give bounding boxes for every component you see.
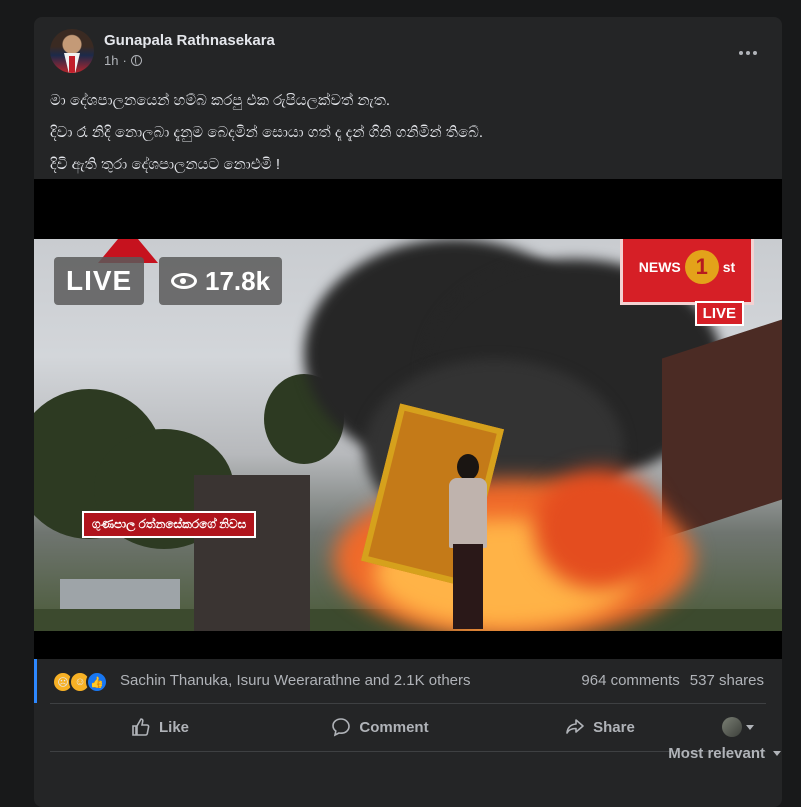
author-avatar[interactable] xyxy=(50,29,94,73)
comment-icon xyxy=(332,718,351,737)
reaction-names[interactable]: Sachin Thanuka, Isuru Weerarathne and 2.… xyxy=(120,672,471,689)
live-badge: LIVE xyxy=(54,257,145,305)
post-header: Gunapala Rathnasekara 1h · xyxy=(50,29,766,77)
user-avatar xyxy=(722,717,742,737)
channel-live-label: LIVE xyxy=(694,301,744,326)
eye-icon xyxy=(171,273,197,289)
post-text: මා දේශපාලනයෙන් හම්බ කරපු එක රුපියලක්වත් … xyxy=(50,85,766,181)
thumbs-up-icon xyxy=(132,718,150,736)
globe-icon xyxy=(130,55,142,66)
share-button[interactable]: Share xyxy=(490,709,710,745)
video-player[interactable]: LIVE 17.8k NEWS 1 st LIVE ගුණපාල රත්නසේක… xyxy=(34,179,782,659)
post-text-line: දිවා රෑ නිදි නොලබා දැනුම බෙදමින් සොයා ගත… xyxy=(50,124,484,141)
sort-label: Most relevant xyxy=(668,745,765,762)
post-time[interactable]: 1h xyxy=(104,53,118,68)
like-label: Like xyxy=(158,718,189,736)
video-caption: ගුණපාල රත්නසේකරගේ නිවස xyxy=(82,511,257,538)
post-meta: 1h · xyxy=(104,53,142,68)
person-silhouette xyxy=(439,454,499,631)
comment-label: Comment xyxy=(359,718,429,736)
divider xyxy=(50,703,766,704)
divider xyxy=(50,751,766,752)
post-text-line: දිවි ඇති තුරා දේශපාලනයට නොඑමි ! xyxy=(50,156,280,173)
comments-count[interactable]: 964 comments xyxy=(581,672,679,689)
post-text-line: මා දේශපාලනයෙන් හම්බ කරපු එක රුපියලක්වත් … xyxy=(50,92,391,109)
chevron-down-icon xyxy=(773,751,781,756)
chevron-down-icon xyxy=(746,724,754,730)
comment-sort-dropdown[interactable]: Most relevant xyxy=(668,745,781,762)
shares-count[interactable]: 537 shares xyxy=(690,672,764,689)
reactions-bar: ☹ ☺ 👍 Sachin Thanuka, Isuru Weerarathne … xyxy=(34,659,782,703)
action-bar: Like Comment Share xyxy=(50,707,766,747)
viewer-count: 17.8k xyxy=(205,265,271,296)
more-options-button[interactable] xyxy=(730,35,766,71)
viewer-count-badge: 17.8k xyxy=(159,257,283,305)
like-button[interactable]: Like xyxy=(50,709,270,745)
share-icon xyxy=(566,719,584,734)
reaction-identity-selector[interactable] xyxy=(710,717,766,737)
comment-button[interactable]: Comment xyxy=(270,709,490,745)
author-name[interactable]: Gunapala Rathnasekara xyxy=(104,32,275,49)
video-frame: LIVE 17.8k NEWS 1 st LIVE ගුණපාල රත්නසේක… xyxy=(34,239,782,631)
post-card: Gunapala Rathnasekara 1h · මා දේශපාලනයෙන… xyxy=(34,17,782,807)
reaction-icons[interactable]: ☹ ☺ 👍 xyxy=(52,671,108,693)
channel-logo: NEWS 1 st xyxy=(620,239,754,305)
like-icon: 👍 xyxy=(86,671,108,693)
share-label: Share xyxy=(593,718,635,736)
engagement-counts: 964 comments 537 shares xyxy=(581,672,764,689)
